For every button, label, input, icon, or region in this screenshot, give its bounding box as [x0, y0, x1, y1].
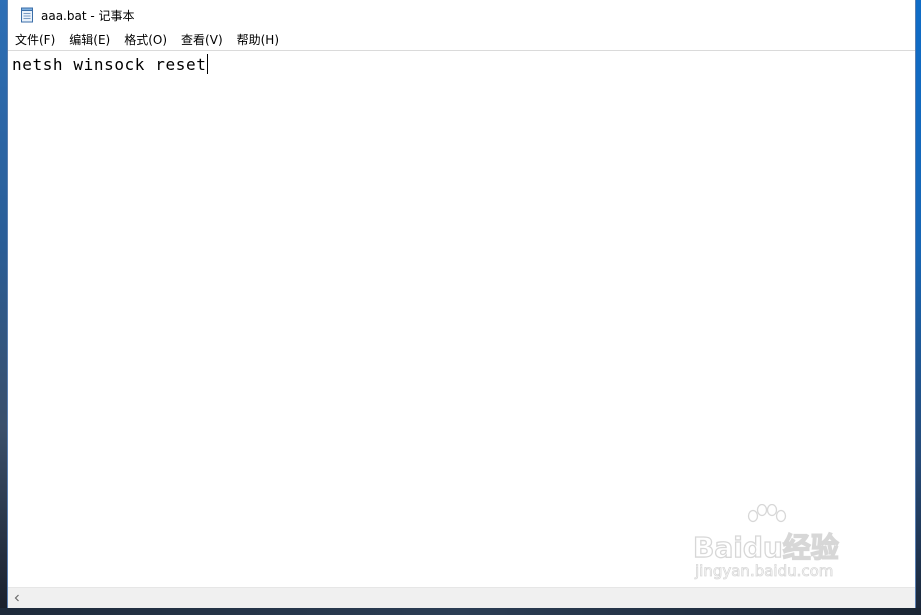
menu-help[interactable]: 帮助(H) — [230, 30, 286, 50]
window-title: aaa.bat - 记事本 — [41, 8, 135, 23]
notepad-icon — [19, 7, 35, 23]
desktop-edge-right — [916, 0, 921, 615]
horizontal-scrollbar[interactable] — [8, 587, 915, 608]
editor-content: netsh winsock reset — [12, 55, 207, 74]
title-bar[interactable]: aaa.bat - 记事本 — [8, 0, 915, 30]
desktop-edge-left — [0, 0, 7, 615]
menu-edit[interactable]: 编辑(E) — [62, 30, 117, 50]
menu-bar: 文件(F) 编辑(E) 格式(O) 查看(V) 帮助(H) — [8, 30, 915, 51]
editor-text-line[interactable]: netsh winsock reset — [12, 54, 209, 76]
notepad-window: aaa.bat - 记事本 文件(F) 编辑(E) 格式(O) 查看(V) 帮助… — [7, 0, 916, 608]
chevron-left-icon[interactable] — [8, 588, 26, 608]
text-editor[interactable]: netsh winsock reset — [8, 51, 915, 588]
text-caret — [207, 54, 209, 74]
menu-format[interactable]: 格式(O) — [117, 30, 174, 50]
desktop-edge-bottom — [0, 608, 921, 615]
menu-file[interactable]: 文件(F) — [8, 30, 62, 50]
menu-view[interactable]: 查看(V) — [174, 30, 230, 50]
